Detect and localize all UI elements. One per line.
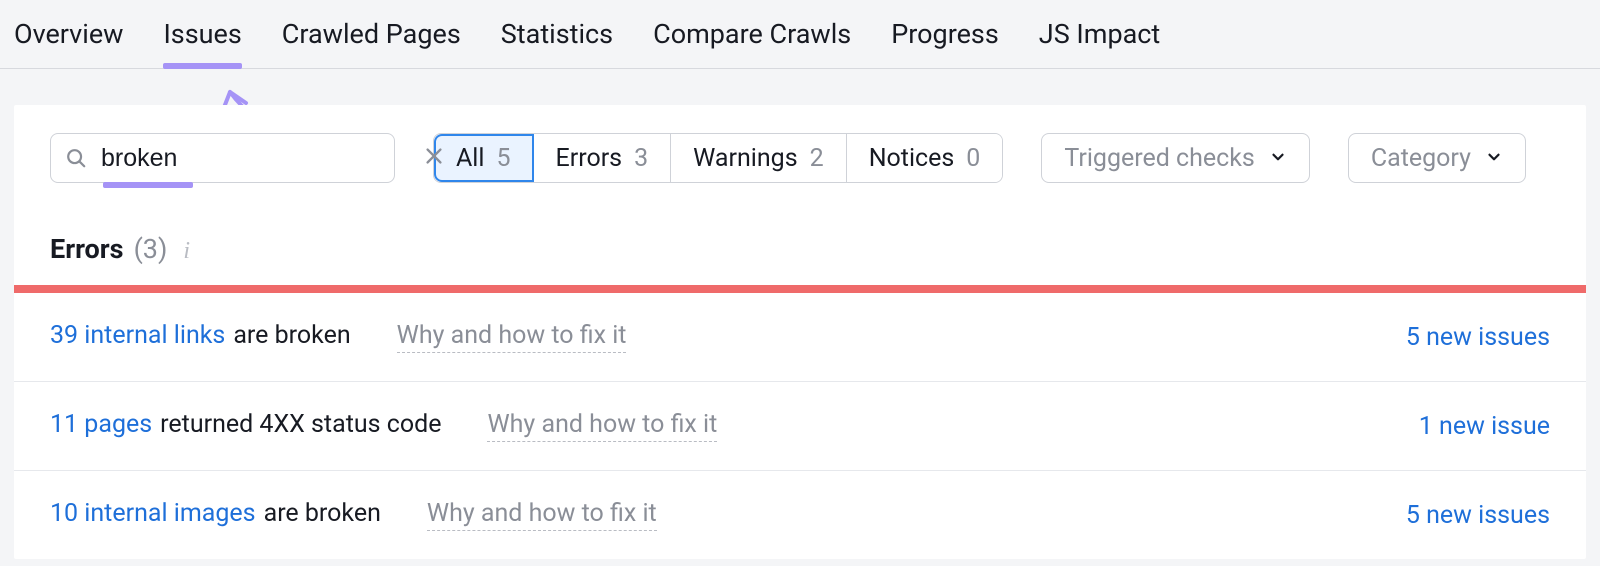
issue-row: 11 pages returned 4XX status code Why an… bbox=[14, 382, 1586, 471]
filter-count: 0 bbox=[966, 144, 980, 173]
issue-row: 39 internal links are broken Why and how… bbox=[14, 293, 1586, 382]
tab-progress[interactable]: Progress bbox=[891, 18, 999, 68]
filter-all[interactable]: All 5 bbox=[434, 134, 534, 182]
search-icon bbox=[65, 147, 87, 169]
tab-statistics[interactable]: Statistics bbox=[501, 18, 613, 68]
search-box bbox=[50, 133, 395, 183]
chevron-down-icon bbox=[1269, 144, 1287, 173]
main-tabs: Overview Issues Crawled Pages Statistics… bbox=[0, 0, 1600, 69]
filter-label: All bbox=[456, 144, 484, 173]
issue-text: returned 4XX status code bbox=[160, 410, 441, 439]
search-highlight bbox=[103, 182, 193, 188]
clear-search-icon[interactable] bbox=[423, 144, 445, 172]
toolbar: All 5 Errors 3 Warnings 2 Notices 0 Trig… bbox=[14, 105, 1586, 183]
dropdown-label: Triggered checks bbox=[1064, 144, 1254, 173]
issue-row: 10 internal images are broken Why and ho… bbox=[14, 471, 1586, 559]
filter-notices[interactable]: Notices 0 bbox=[847, 134, 1003, 182]
errors-severity-bar bbox=[14, 285, 1586, 293]
section-count: (3) bbox=[134, 233, 168, 265]
filter-segment: All 5 Errors 3 Warnings 2 Notices 0 bbox=[433, 133, 1003, 183]
filter-label: Notices bbox=[869, 144, 955, 173]
filter-count: 3 bbox=[634, 144, 648, 173]
issue-text: are broken bbox=[233, 321, 350, 350]
issues-panel: All 5 Errors 3 Warnings 2 Notices 0 Trig… bbox=[14, 105, 1586, 559]
filter-warnings[interactable]: Warnings 2 bbox=[671, 134, 847, 182]
tab-js-impact[interactable]: JS Impact bbox=[1039, 18, 1160, 68]
tab-compare-crawls[interactable]: Compare Crawls bbox=[653, 18, 851, 68]
why-fix-link[interactable]: Why and how to fix it bbox=[487, 410, 717, 442]
new-issues-link[interactable]: 1 new issue bbox=[1419, 412, 1550, 441]
issue-link[interactable]: 11 pages bbox=[50, 410, 152, 439]
tab-issues[interactable]: Issues bbox=[163, 18, 241, 68]
dropdown-label: Category bbox=[1371, 144, 1471, 173]
filter-count: 2 bbox=[810, 144, 824, 173]
tab-overview[interactable]: Overview bbox=[14, 18, 123, 68]
info-icon[interactable]: i bbox=[183, 238, 190, 265]
filter-count: 5 bbox=[496, 144, 510, 173]
triggered-checks-dropdown[interactable]: Triggered checks bbox=[1041, 133, 1309, 183]
why-fix-link[interactable]: Why and how to fix it bbox=[397, 321, 627, 353]
filter-errors[interactable]: Errors 3 bbox=[534, 134, 672, 182]
new-issues-link[interactable]: 5 new issues bbox=[1406, 501, 1550, 530]
filter-label: Errors bbox=[556, 144, 623, 173]
why-fix-link[interactable]: Why and how to fix it bbox=[427, 499, 657, 531]
chevron-down-icon bbox=[1485, 144, 1503, 173]
issue-link[interactable]: 10 internal images bbox=[50, 499, 256, 528]
errors-section-header: Errors (3) i bbox=[14, 183, 1586, 285]
issue-text: are broken bbox=[264, 499, 381, 528]
issue-link[interactable]: 39 internal links bbox=[50, 321, 225, 350]
filter-label: Warnings bbox=[693, 144, 797, 173]
tab-crawled-pages[interactable]: Crawled Pages bbox=[282, 18, 461, 68]
search-input[interactable] bbox=[101, 144, 423, 173]
section-title: Errors bbox=[50, 233, 124, 265]
category-dropdown[interactable]: Category bbox=[1348, 133, 1526, 183]
new-issues-link[interactable]: 5 new issues bbox=[1406, 323, 1550, 352]
